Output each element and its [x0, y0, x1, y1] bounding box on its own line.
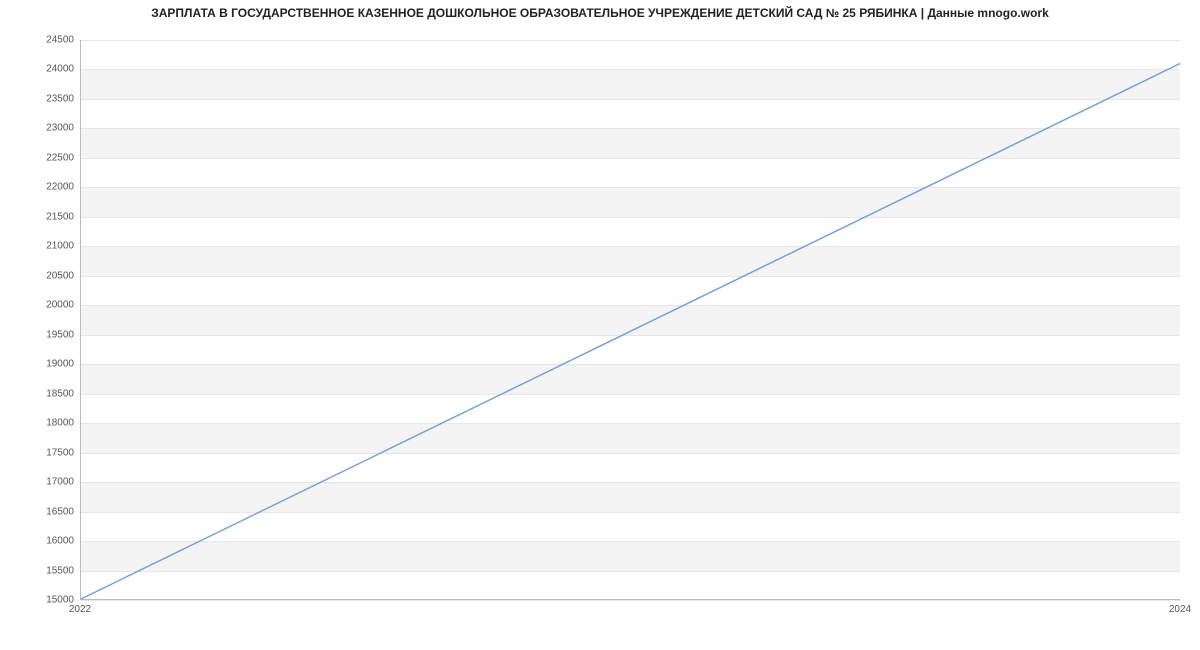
y-tick-label: 15500 — [4, 565, 74, 576]
y-tick-label: 19000 — [4, 359, 74, 370]
x-tick-label: 2024 — [1169, 604, 1191, 615]
y-tick-label: 21500 — [4, 211, 74, 222]
plot-area — [80, 40, 1180, 600]
y-tick-label: 23000 — [4, 123, 74, 134]
y-tick-label: 20500 — [4, 270, 74, 281]
y-tick-label: 19500 — [4, 329, 74, 340]
y-tick-label: 21000 — [4, 241, 74, 252]
y-tick-label: 24500 — [4, 35, 74, 46]
y-tick-label: 18500 — [4, 388, 74, 399]
y-tick-label: 15000 — [4, 595, 74, 606]
y-tick-label: 24000 — [4, 64, 74, 75]
y-tick-label: 22500 — [4, 152, 74, 163]
y-tick-label: 16500 — [4, 506, 74, 517]
salary-line-chart: ЗАРПЛАТА В ГОСУДАРСТВЕННОЕ КАЗЕННОЕ ДОШК… — [0, 0, 1200, 650]
y-tick-label: 18000 — [4, 418, 74, 429]
y-tick-label: 16000 — [4, 536, 74, 547]
series-line — [81, 64, 1180, 599]
y-tick-label: 17500 — [4, 447, 74, 458]
y-tick-label: 22000 — [4, 182, 74, 193]
y-tick-label: 17000 — [4, 477, 74, 488]
y-gridline — [81, 600, 1180, 601]
x-tick-label: 2022 — [69, 604, 91, 615]
chart-title: ЗАРПЛАТА В ГОСУДАРСТВЕННОЕ КАЗЕННОЕ ДОШК… — [0, 6, 1200, 20]
y-tick-label: 20000 — [4, 300, 74, 311]
line-series — [81, 40, 1180, 599]
y-tick-label: 23500 — [4, 93, 74, 104]
